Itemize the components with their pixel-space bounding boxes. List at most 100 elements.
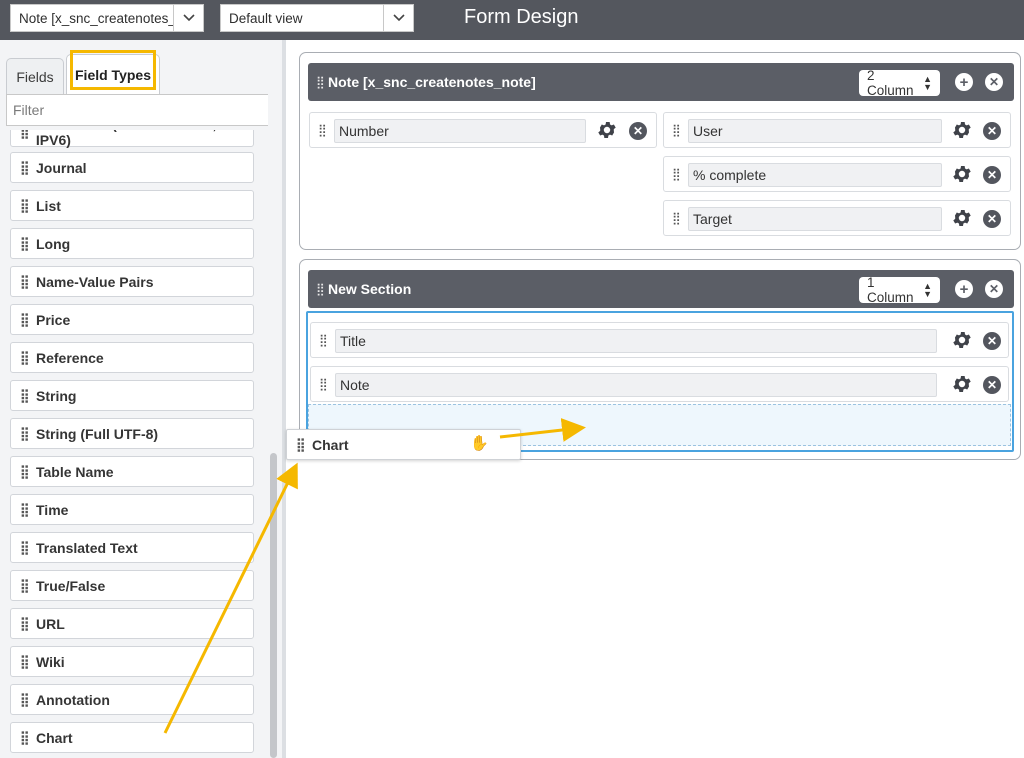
gear-icon[interactable] bbox=[951, 329, 973, 351]
drag-handle-icon[interactable]: ⣿ bbox=[316, 282, 325, 296]
field-row[interactable]: ⣿ Target ✕ bbox=[663, 200, 1011, 236]
list-item-label: Annotation bbox=[36, 691, 110, 708]
list-item[interactable]: ⣿ Time bbox=[10, 494, 254, 525]
gear-icon[interactable] bbox=[951, 373, 973, 395]
field-row[interactable]: ⣿ Title ✕ bbox=[310, 322, 1009, 358]
drag-handle-icon: ⣿ bbox=[20, 692, 30, 707]
field-row[interactable]: ⣿ % complete ✕ bbox=[663, 156, 1011, 192]
form-section: ⣿ Note [x_snc_createnotes_note] 2 Column… bbox=[299, 52, 1021, 250]
list-item[interactable]: ⣿ True/False bbox=[10, 570, 254, 601]
remove-field-button[interactable]: ✕ bbox=[983, 166, 1001, 184]
list-item[interactable]: ⣿ Journal bbox=[10, 152, 254, 183]
list-item-label: True/False bbox=[36, 577, 106, 594]
field-row[interactable]: ⣿ Number ✕ bbox=[309, 112, 657, 148]
list-item[interactable]: ⣿ Translated Text bbox=[10, 532, 254, 563]
drag-handle-icon[interactable]: ⣿ bbox=[672, 167, 681, 181]
field-type-list: ⣿ IP Address (Validated IPV4, IPV6) ⣿ Jou… bbox=[0, 130, 268, 758]
palette-scrollbar-thumb[interactable] bbox=[270, 453, 277, 758]
add-section-button[interactable]: + bbox=[955, 280, 973, 298]
list-item[interactable]: ⣿ Long bbox=[10, 228, 254, 259]
drag-handle-icon: ⣿ bbox=[20, 578, 30, 593]
list-item-label: Price bbox=[36, 311, 71, 328]
list-item-label: Wiki bbox=[36, 653, 65, 670]
view-select-value: Default view bbox=[229, 10, 303, 26]
gear-icon[interactable] bbox=[596, 119, 618, 141]
list-item[interactable]: ⣿ IP Address (Validated IPV4, IPV6) bbox=[10, 130, 254, 148]
drag-handle-icon: ⣿ bbox=[20, 616, 30, 631]
drag-handle-icon: ⣿ bbox=[20, 502, 30, 517]
remove-field-button[interactable]: ✕ bbox=[983, 332, 1001, 350]
drag-handle-icon[interactable]: ⣿ bbox=[672, 211, 681, 225]
list-item-label: String (Full UTF-8) bbox=[36, 425, 159, 442]
view-select[interactable]: Default view bbox=[220, 4, 414, 32]
list-item[interactable]: ⣿ List bbox=[10, 190, 254, 221]
chevron-down-icon[interactable] bbox=[383, 5, 413, 31]
section-header[interactable]: ⣿ Note [x_snc_createnotes_note] 2 Column… bbox=[308, 63, 1014, 101]
drag-handle-icon: ⣿ bbox=[20, 130, 30, 139]
gear-icon[interactable] bbox=[951, 119, 973, 141]
column-layout-select[interactable]: 2 Column ▲ ▼ bbox=[859, 68, 940, 98]
field-row[interactable]: ⣿ Note ✕ bbox=[310, 366, 1009, 402]
remove-field-button[interactable]: ✕ bbox=[983, 376, 1001, 394]
drag-handle-icon: ⣿ bbox=[20, 198, 30, 213]
list-item-label: Chart bbox=[36, 729, 73, 746]
remove-field-button[interactable]: ✕ bbox=[629, 122, 647, 140]
field-palette: Fields Field Types ⣿ IP Address (Validat… bbox=[0, 40, 282, 758]
remove-field-button[interactable]: ✕ bbox=[983, 122, 1001, 140]
drag-handle-icon: ⣿ bbox=[20, 540, 30, 555]
add-section-button[interactable]: + bbox=[955, 73, 973, 91]
updown-icon: ▲ ▼ bbox=[923, 281, 932, 299]
list-item[interactable]: ⣿ Chart bbox=[10, 722, 254, 753]
drag-handle-icon: ⣿ bbox=[20, 464, 30, 479]
list-item[interactable]: ⣿ Table Name bbox=[10, 456, 254, 487]
list-item[interactable]: ⣿ Price bbox=[10, 304, 254, 335]
list-item-label: Translated Text bbox=[36, 539, 138, 556]
list-item[interactable]: ⣿ Wiki bbox=[10, 646, 254, 677]
tab-fields[interactable]: Fields bbox=[6, 58, 64, 94]
drag-handle-icon: ⣿ bbox=[20, 236, 30, 251]
gear-icon[interactable] bbox=[951, 163, 973, 185]
field-label: Note bbox=[335, 373, 937, 397]
table-select-value: Note [x_snc_createnotes_n bbox=[19, 10, 173, 26]
page-title: Form Design bbox=[464, 6, 579, 28]
drag-handle-icon: ⣿ bbox=[296, 437, 306, 452]
chevron-down-icon[interactable] bbox=[173, 5, 203, 31]
list-item[interactable]: ⣿ String (Full UTF-8) bbox=[10, 418, 254, 449]
drag-handle-icon: ⣿ bbox=[20, 274, 30, 289]
dragged-field-label: Chart bbox=[312, 436, 349, 453]
gear-icon[interactable] bbox=[951, 207, 973, 229]
column-layout-value: 1 Column bbox=[867, 275, 914, 305]
list-item[interactable]: ⣿ Annotation bbox=[10, 684, 254, 715]
section-header[interactable]: ⣿ New Section 1 Column ▲ ▼ + ✕ bbox=[308, 270, 1014, 308]
grab-hand-icon: ✋ bbox=[470, 435, 489, 452]
drag-handle-icon: ⣿ bbox=[20, 160, 30, 175]
list-item[interactable]: ⣿ Reference bbox=[10, 342, 254, 373]
filter-input[interactable] bbox=[6, 94, 272, 126]
field-label: Title bbox=[335, 329, 937, 353]
section-title: Note [x_snc_createnotes_note] bbox=[328, 74, 536, 90]
drag-handle-icon[interactable]: ⣿ bbox=[672, 123, 681, 137]
remove-section-button[interactable]: ✕ bbox=[985, 280, 1003, 298]
list-item-label: Table Name bbox=[36, 463, 114, 480]
drag-handle-icon[interactable]: ⣿ bbox=[319, 333, 328, 347]
list-item[interactable]: ⣿ String bbox=[10, 380, 254, 411]
list-item[interactable]: ⣿ URL bbox=[10, 608, 254, 639]
drag-handle-icon[interactable]: ⣿ bbox=[318, 123, 327, 137]
list-item-label: List bbox=[36, 197, 61, 214]
drag-handle-icon: ⣿ bbox=[20, 388, 30, 403]
drag-handle-icon[interactable]: ⣿ bbox=[316, 75, 325, 89]
drag-handle-icon[interactable]: ⣿ bbox=[319, 377, 328, 391]
remove-section-button[interactable]: ✕ bbox=[985, 73, 1003, 91]
column-layout-select[interactable]: 1 Column ▲ ▼ bbox=[859, 275, 940, 305]
field-row[interactable]: ⣿ User ✕ bbox=[663, 112, 1011, 148]
field-label: User bbox=[688, 119, 942, 143]
column-layout-value: 2 Column bbox=[867, 68, 914, 98]
table-select[interactable]: Note [x_snc_createnotes_n bbox=[10, 4, 204, 32]
drag-handle-icon: ⣿ bbox=[20, 312, 30, 327]
list-item-label: Name-Value Pairs bbox=[36, 273, 154, 290]
list-item-label: URL bbox=[36, 615, 65, 632]
list-item-label: Reference bbox=[36, 349, 104, 366]
remove-field-button[interactable]: ✕ bbox=[983, 210, 1001, 228]
panel-divider[interactable] bbox=[282, 40, 286, 758]
list-item[interactable]: ⣿ Name-Value Pairs bbox=[10, 266, 254, 297]
